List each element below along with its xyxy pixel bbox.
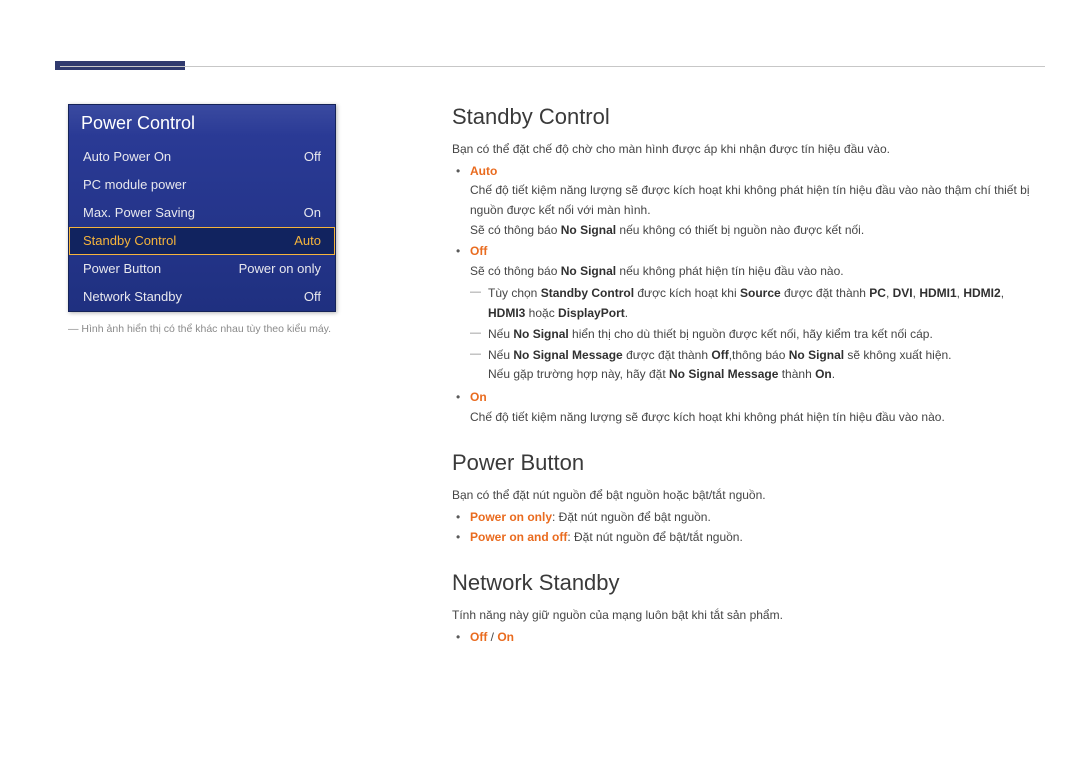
t: hoặc [525,306,558,320]
osd-title: Power Control [69,105,335,143]
t: HDMI1 [919,286,956,300]
no-signal-bold: No Signal [561,223,616,237]
option-off-line-pre: Sẽ có thông báo [470,264,561,278]
t: DVI [893,286,913,300]
t: thành [778,367,815,381]
t: Power on only [470,510,552,524]
t: HDMI2 [963,286,1000,300]
osd-item-standby-control[interactable]: Standby Control Auto [69,227,335,255]
option-off-label: Off [470,244,487,258]
osd-item-label: PC module power [83,177,186,192]
t: PC [869,286,886,300]
t: được kích hoạt khi [634,286,740,300]
powerbtn-options-list: Power on only: Đặt nút nguồn để bật nguồ… [452,508,1042,549]
t: được đặt thành [623,348,712,362]
osd-item-power-button[interactable]: Power Button Power on only [69,255,335,283]
t: No Signal [789,348,844,362]
netstandby-options-list: Off / On [452,628,1042,648]
option-power-on-and-off: Power on and off: Đặt nút nguồn để bật/t… [470,528,1042,548]
osd-footnote: ― Hình ảnh hiển thị có thể khác nhau tùy… [68,323,396,337]
option-power-on-only: Power on only: Đặt nút nguồn để bật nguồ… [470,508,1042,528]
t: Off [470,630,487,644]
osd-item-label: Standby Control [83,233,176,248]
standby-desc: Bạn có thể đặt chế độ chờ cho màn hình đ… [452,140,1042,159]
heading-network-standby: Network Standby [452,570,1042,596]
t: / [487,630,497,644]
t: Power on and off [470,530,567,544]
header-rule [60,66,1045,67]
t: No Signal [513,327,568,341]
heading-power-button: Power Button [452,450,1042,476]
t: Nếu [488,348,513,362]
t: No Signal Message [513,348,622,362]
t: Standby Control [541,286,634,300]
osd-item-max-power-saving[interactable]: Max. Power Saving On [69,199,335,227]
option-auto: Auto Chế độ tiết kiệm năng lượng sẽ được… [470,162,1042,241]
powerbtn-desc: Bạn có thể đặt nút nguồn để bật nguồn ho… [452,486,1042,505]
off-sublist: Tùy chọn Standby Control được kích hoạt … [470,284,1042,384]
osd-item-network-standby[interactable]: Network Standby Off [69,283,335,311]
osd-item-value: Power on only [239,261,321,276]
osd-item-label: Power Button [83,261,161,276]
osd-item-value: On [304,205,321,220]
option-off: Off Sẽ có thông báo No Signal nếu không … [470,242,1042,385]
osd-item-label: Auto Power On [83,149,171,164]
option-off-on: Off / On [470,628,1042,648]
subnote-standby-sources: Tùy chọn Standby Control được kích hoạt … [488,284,1042,322]
option-auto-line1: Chế độ tiết kiệm năng lượng sẽ được kích… [470,183,1029,217]
t: Nếu gặp trường hợp này, hãy đặt [488,367,669,381]
t: Off [711,348,728,362]
osd-panel: Power Control Auto Power On Off PC modul… [68,104,336,312]
t: Tùy chọn [488,286,541,300]
option-off-line-post: nếu không phát hiện tín hiệu đầu vào nào… [616,264,844,278]
left-column: Power Control Auto Power On Off PC modul… [68,104,396,648]
t: Nếu [488,327,513,341]
t: No Signal Message [669,367,778,381]
osd-item-value: Off [304,149,321,164]
option-on-label: On [470,390,487,404]
t: On [497,630,514,644]
osd-item-auto-power-on[interactable]: Auto Power On Off [69,143,335,171]
subnote-check-cable: Nếu No Signal hiển thị cho dù thiết bị n… [488,325,1042,344]
t: : Đặt nút nguồn để bật nguồn. [552,510,711,524]
osd-item-pc-module-power[interactable]: PC module power [69,171,335,199]
t: DisplayPort [558,306,625,320]
right-column: Standby Control Bạn có thể đặt chế độ ch… [452,104,1042,648]
option-auto-label: Auto [470,164,497,178]
page-content: Power Control Auto Power On Off PC modul… [0,0,1080,648]
osd-item-value: Auto [294,233,321,248]
t: sẽ không xuất hiện. [844,348,951,362]
t: hiển thị cho dù thiết bị nguồn được kết … [569,327,933,341]
option-auto-line2-pre: Sẽ có thông báo [470,223,561,237]
osd-item-label: Max. Power Saving [83,205,195,220]
standby-options-list: Auto Chế độ tiết kiệm năng lượng sẽ được… [452,162,1042,428]
option-on: On Chế độ tiết kiệm năng lượng sẽ được k… [470,388,1042,428]
t: ,thông báo [729,348,789,362]
heading-standby-control: Standby Control [452,104,1042,130]
option-auto-line2-post: nếu không có thiết bị nguồn nào được kết… [616,223,864,237]
t: Source [740,286,781,300]
option-on-line: Chế độ tiết kiệm năng lượng sẽ được kích… [470,410,945,424]
no-signal-bold: No Signal [561,264,616,278]
t: On [815,367,832,381]
osd-item-value: Off [304,289,321,304]
t: : Đặt nút nguồn để bật/tắt nguồn. [567,530,742,544]
netstandby-desc: Tính năng này giữ nguồn của mạng luôn bậ… [452,606,1042,625]
subnote-no-signal-message: Nếu No Signal Message được đặt thành Off… [488,346,1042,384]
t: HDMI3 [488,306,525,320]
t: được đặt thành [781,286,870,300]
osd-item-label: Network Standby [83,289,182,304]
